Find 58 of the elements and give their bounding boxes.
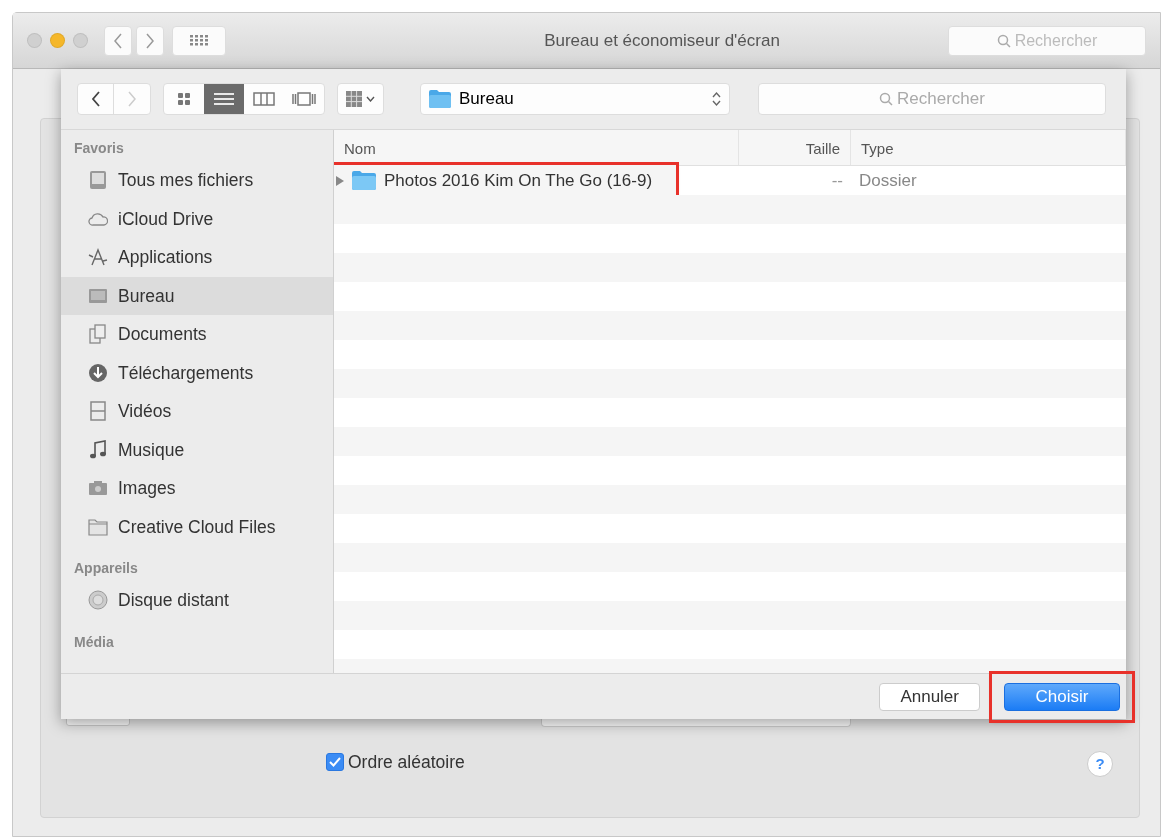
column-header[interactable]: Type <box>851 130 1126 165</box>
film-icon <box>88 401 108 422</box>
table-cell-text: -- <box>830 169 844 192</box>
sidebar-item[interactable]: Musique <box>61 430 333 469</box>
cover-flow-icon <box>292 92 316 106</box>
search-placeholder: Rechercher <box>1014 30 1098 51</box>
sidebar-item[interactable]: Applications <box>61 238 333 277</box>
chevron-left-icon <box>90 91 101 107</box>
documents-icon <box>88 324 108 345</box>
search-icon <box>879 92 894 106</box>
list-view-icon <box>214 92 234 106</box>
column-header[interactable]: Taille <box>739 130 851 165</box>
view-mode-control[interactable] <box>163 83 325 115</box>
download-icon <box>88 362 108 383</box>
window-title: Bureau et économiseur d'écran <box>543 29 781 52</box>
chevron-right-icon <box>145 32 155 49</box>
columns-view-icon <box>253 92 275 106</box>
sidebar-item[interactable]: iCloud Drive <box>61 199 333 238</box>
folder-icon <box>352 171 376 190</box>
sidebar-item[interactable]: Disque distant <box>61 581 333 620</box>
forward-button[interactable] <box>136 25 164 56</box>
icons-view-icon <box>177 92 191 106</box>
checkbox-label: Ordre aléatoire <box>348 751 465 774</box>
grid-icon <box>346 91 362 107</box>
disclosure-triangle-icon[interactable] <box>336 175 344 186</box>
grid-icon <box>190 35 208 46</box>
sidebar-heading: Média <box>73 632 115 652</box>
caret-icon <box>366 96 375 102</box>
sidebar-item[interactable]: Tous mes fichiers <box>61 161 333 200</box>
sidebar-item[interactable]: Images <box>61 469 333 508</box>
table-cell-text: Dossier <box>858 169 918 192</box>
arrange-button[interactable] <box>337 83 384 115</box>
folder-icon <box>88 516 108 537</box>
search-icon <box>996 33 1011 48</box>
sidebar-item[interactable]: Documents <box>61 315 333 354</box>
file-name[interactable]: Photos 2016 Kim On The Go (16-9) <box>384 167 653 194</box>
up-down-caret-icon <box>712 91 721 107</box>
hard-drive-icon <box>88 170 108 191</box>
sidebar-heading: Favoris <box>73 139 125 158</box>
search-placeholder: Rechercher <box>897 88 985 111</box>
minimize-button[interactable] <box>50 33 65 48</box>
location-popup[interactable]: Bureau <box>420 83 730 115</box>
sidebar-heading: Appareils <box>73 559 139 578</box>
view-mode-button[interactable] <box>204 84 244 114</box>
disk-icon <box>88 590 108 611</box>
checkbox[interactable] <box>326 753 344 772</box>
chevron-left-icon <box>113 32 123 49</box>
applications-icon <box>88 247 108 268</box>
sidebar-item[interactable]: Téléchargements <box>61 353 333 392</box>
show-all-button[interactable] <box>172 25 226 56</box>
folder-icon <box>429 90 451 108</box>
chevron-right-icon <box>127 91 137 107</box>
music-note-icon <box>88 439 108 460</box>
cancel-button[interactable]: Annuler <box>879 682 980 711</box>
sidebar-item[interactable]: Creative Cloud Files <box>61 507 333 546</box>
sidebar-item[interactable]: Vidéos <box>61 392 333 431</box>
check-icon <box>329 757 341 768</box>
sidebar-item[interactable]: Bureau <box>61 276 333 315</box>
